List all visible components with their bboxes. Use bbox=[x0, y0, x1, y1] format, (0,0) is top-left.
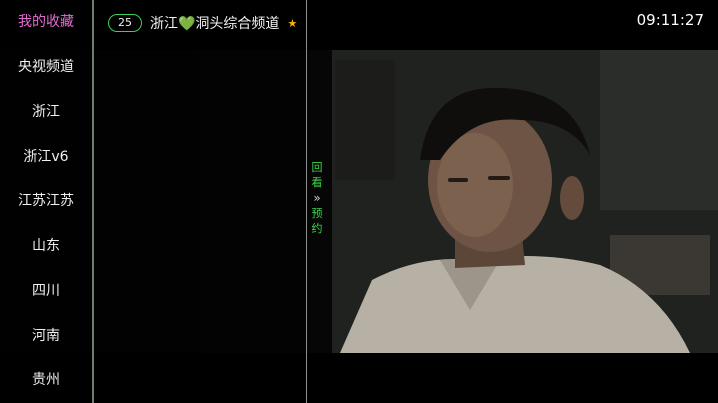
channel-name: 浙江💚洞头综合频道 bbox=[150, 16, 280, 32]
star-icon: ★ bbox=[287, 16, 298, 30]
replay-label-char: 看 bbox=[311, 176, 323, 189]
channel-list: 25 浙江💚洞头综合频道 ★ bbox=[94, 0, 306, 403]
sidebar-item-henan[interactable]: 河南 bbox=[0, 314, 92, 358]
sidebar-item-zhejiang[interactable]: 浙江 bbox=[0, 90, 92, 134]
booking-label-char: 约 bbox=[311, 222, 323, 235]
category-sidebar: 我的收藏 央视频道 浙江 浙江v6 江苏江苏 山东 四川 河南 贵州 bbox=[0, 0, 92, 403]
double-chevron-right-icon: » bbox=[313, 191, 321, 205]
channel-list-item[interactable]: 25 浙江💚洞头综合频道 ★ bbox=[108, 12, 308, 34]
clock: 09:11:27 bbox=[636, 11, 704, 29]
sidebar-item-favorites[interactable]: 我的收藏 bbox=[0, 0, 92, 44]
sidebar-item-sichuan[interactable]: 四川 bbox=[0, 269, 92, 313]
sidebar-item-guizhou[interactable]: 贵州 bbox=[0, 358, 92, 402]
column-divider bbox=[306, 0, 307, 403]
sidebar-item-jiangsu[interactable]: 江苏江苏 bbox=[0, 179, 92, 223]
channel-number-badge: 25 bbox=[108, 14, 142, 32]
replay-label-char: 回 bbox=[311, 161, 323, 174]
replay-booking-tab[interactable]: 回 看 » 预 约 bbox=[309, 160, 325, 236]
sidebar-item-cctv[interactable]: 央视频道 bbox=[0, 45, 92, 89]
booking-label-char: 预 bbox=[311, 207, 323, 220]
sidebar-item-zhejiang-v6[interactable]: 浙江v6 bbox=[0, 135, 92, 179]
sidebar-item-shandong[interactable]: 山东 bbox=[0, 224, 92, 268]
